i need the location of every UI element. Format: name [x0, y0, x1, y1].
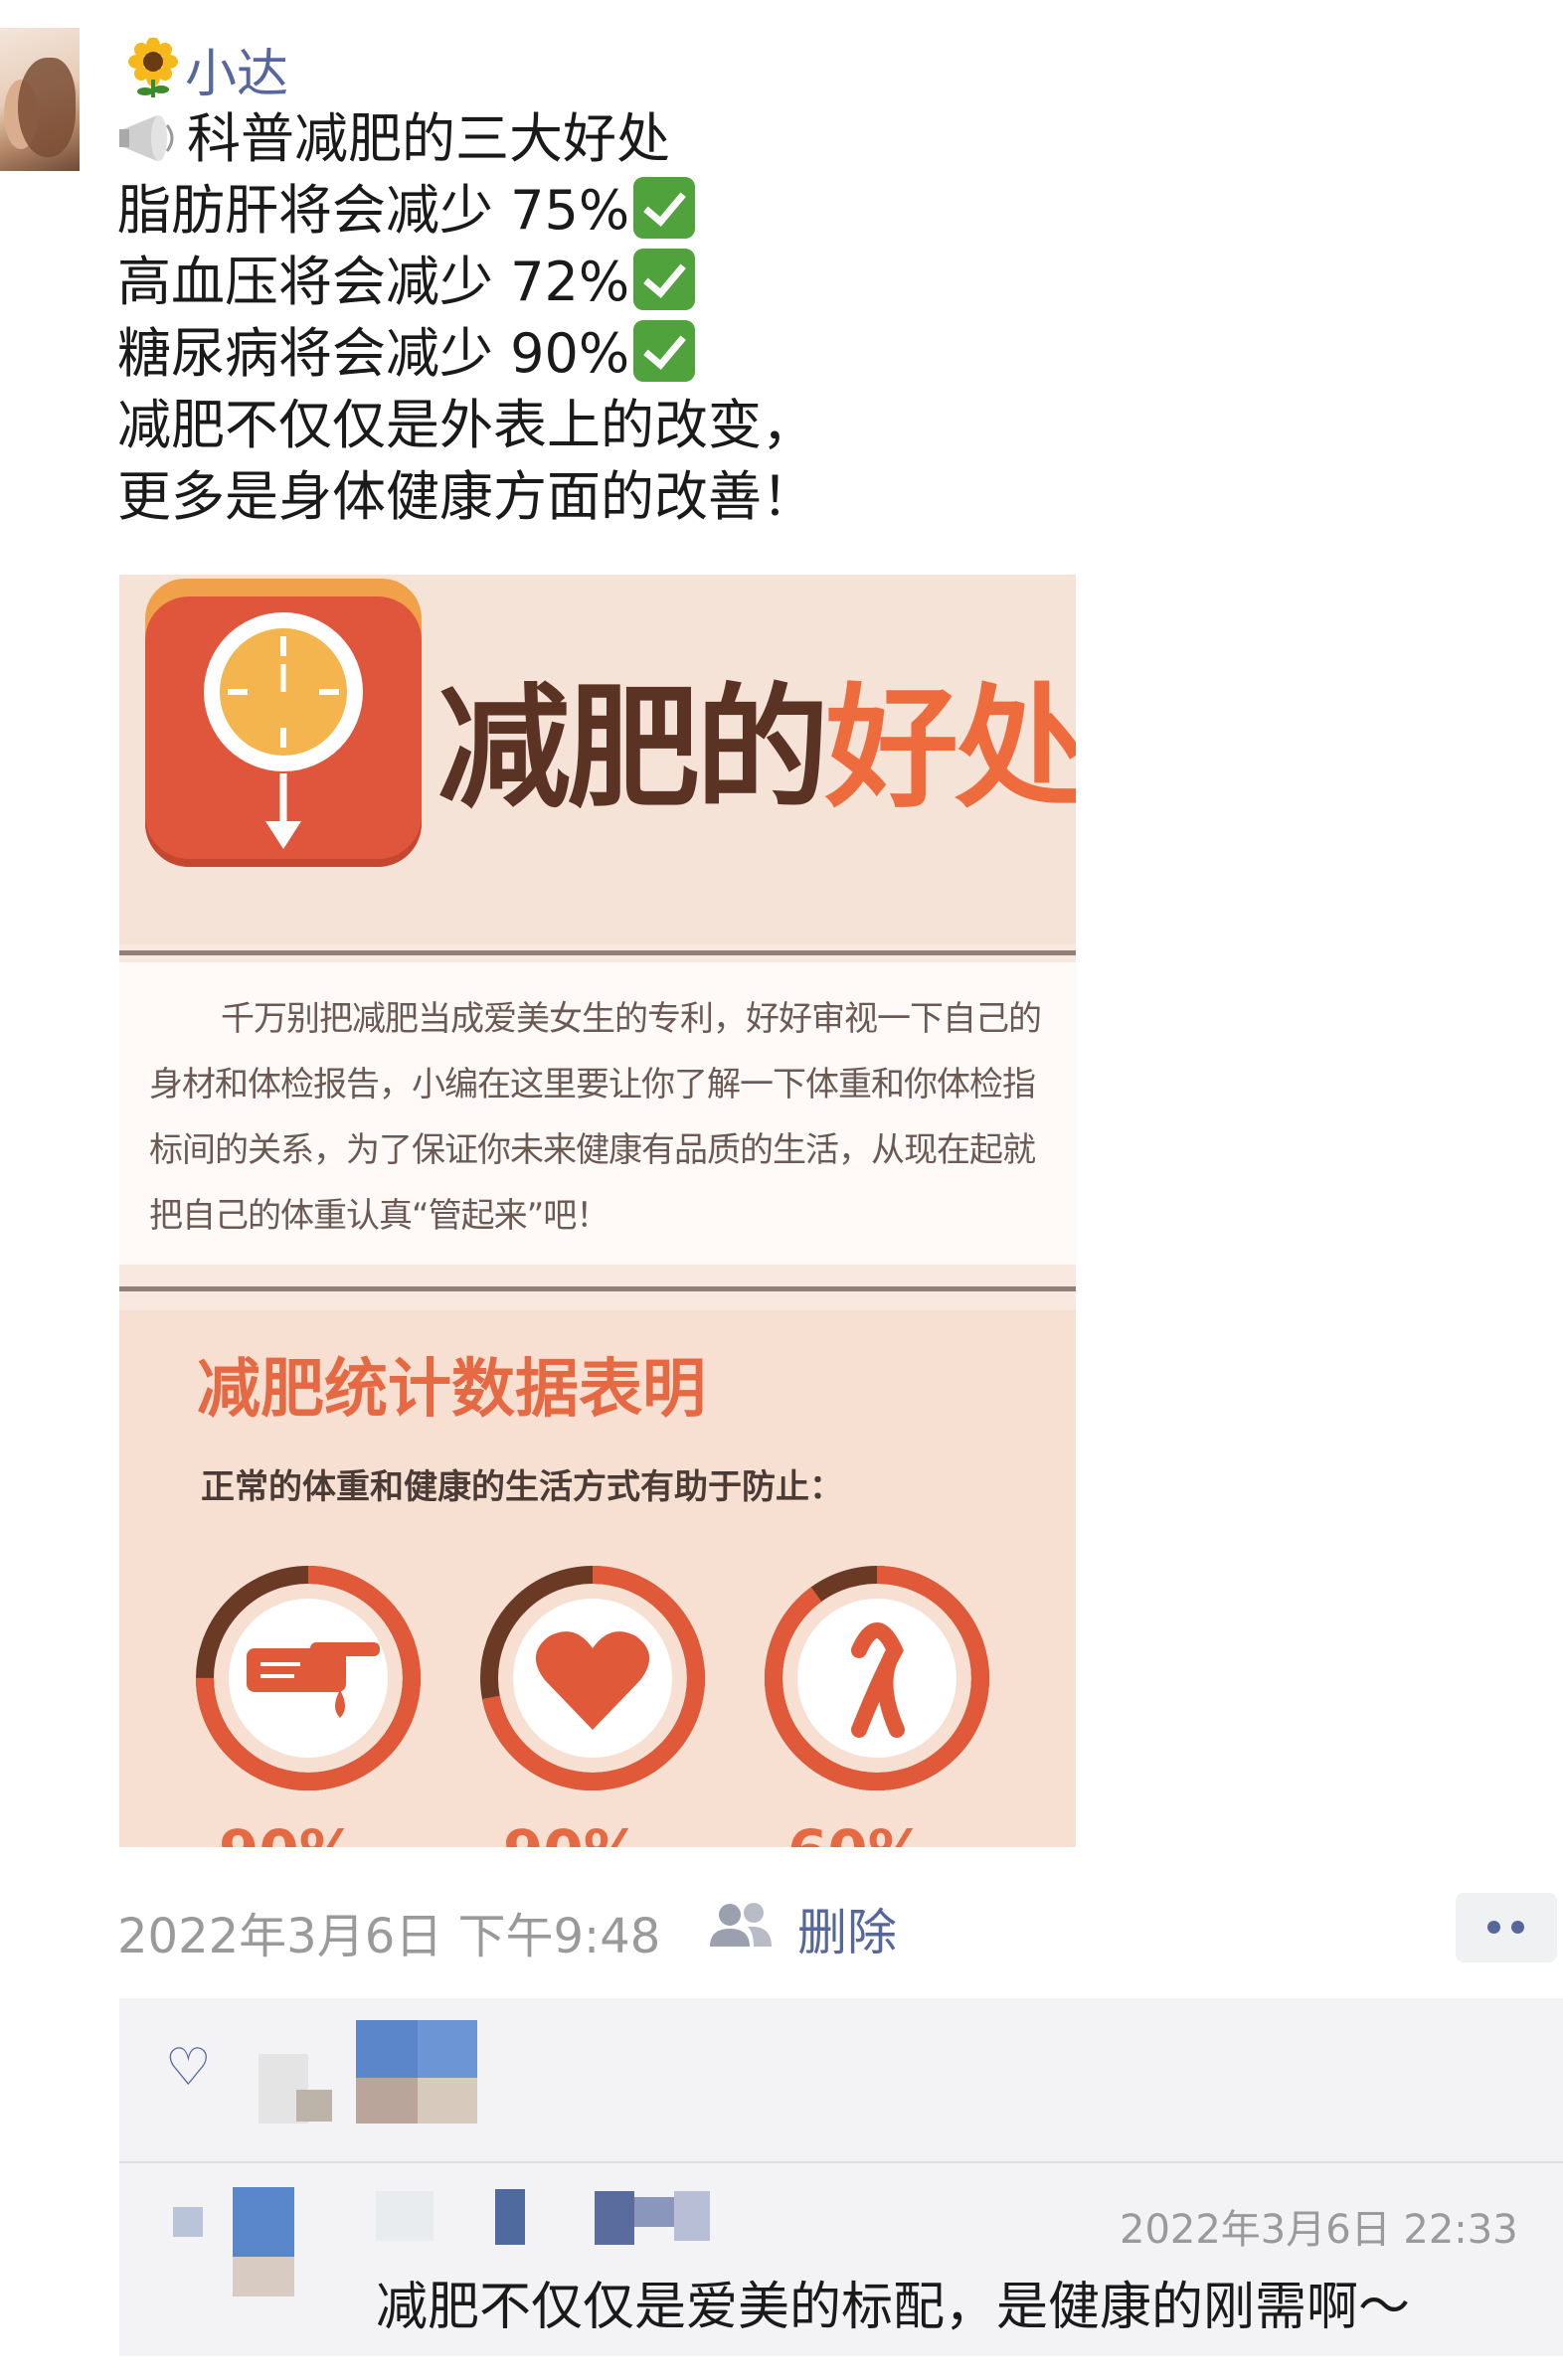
commenter-name-pixelated: [495, 2189, 525, 2245]
post-line-3: 高血压将会减少 72%: [117, 247, 815, 318]
commenter-name-pixelated: [674, 2191, 710, 2241]
headline-accent: 好处: [825, 671, 1076, 826]
commenter-avatar-pixelated: [233, 2257, 294, 2296]
percent-label: 90%: [219, 1817, 357, 1847]
check-mark-icon: [633, 320, 696, 382]
commenter-name-pixelated[interactable]: [376, 2191, 434, 2241]
delete-button[interactable]: 删除: [797, 1893, 897, 1964]
infographic-paragraph: 千万别把减肥当成爱美女生的专利，好好审视一下自己的身材和体检报告，小编在这里要让…: [149, 999, 1042, 1236]
divider-line: [119, 950, 1076, 955]
commenter-name-pixelated: [595, 2191, 634, 2245]
ring-ribbon: [765, 1566, 989, 1790]
liker-avatar-pixelated: [296, 2090, 332, 2122]
sunflower-icon: [127, 37, 179, 97]
username-row[interactable]: 小达: [127, 32, 288, 106]
post-text: 科普减肥的三大好处 脂肪肝将会减少 75% 高血压将会减少 72% 糖尿病将会减…: [117, 103, 815, 533]
commenter-avatar-pixelated[interactable]: [233, 2187, 294, 2257]
more-dot-icon: [1511, 1921, 1524, 1934]
scale-icon: [145, 596, 422, 867]
comments-panel: ♡ 2022年3月6日 22:33 减肥不仅仅是爱美的标配，是健康的刚需啊～: [119, 1998, 1563, 2356]
stat-diabetes: 糖尿病将会减少 90%: [117, 322, 630, 385]
post-line-4: 糖尿病将会减少 90%: [117, 318, 815, 390]
stats-title: 减肥统计数据表明: [197, 1353, 706, 1427]
stats-subtitle: 正常的体重和健康的生活方式有助于防止：: [201, 1467, 843, 1507]
avatar-hair: [18, 58, 76, 157]
post-line-6: 更多是身体健康方面的改善！: [117, 465, 815, 528]
post-line-5: 减肥不仅仅是外表上的改变，: [117, 394, 815, 456]
post-image[interactable]: 减肥的好处 千万别把减肥当成爱美女生的专利，好好审视一下自己的身材和体检报告，小…: [119, 575, 1076, 1847]
stat-fatty-liver: 脂肪肝将会减少 75%: [117, 179, 630, 242]
liker-avatar-pixelated: [418, 2020, 477, 2078]
headline-dark: 减肥的: [437, 671, 829, 826]
liker-avatar-pixelated: [356, 2078, 418, 2124]
post-line-1: 科普减肥的三大好处: [117, 103, 815, 175]
megaphone-icon: [117, 111, 183, 165]
check-mark-icon: [633, 177, 696, 239]
commenter-avatar-pixelated[interactable]: [173, 2207, 203, 2237]
like-heart-icon: ♡: [165, 2038, 212, 2098]
percent-label: 60%: [787, 1817, 926, 1847]
comment-text[interactable]: 减肥不仅仅是爱美的标配，是健康的刚需啊～: [376, 2265, 1410, 2339]
username[interactable]: 小达: [185, 45, 288, 104]
comment-timestamp: 2022年3月6日 22:33: [1120, 2207, 1518, 2253]
comments-divider: [119, 2161, 1563, 2163]
more-actions-button[interactable]: [1456, 1893, 1557, 1962]
divider-line: [119, 1286, 1076, 1291]
more-dot-icon: [1487, 1921, 1500, 1934]
ring-heart: [480, 1566, 705, 1790]
likes-row: ♡: [119, 1998, 1563, 2157]
ring-blood-test: [196, 1566, 421, 1790]
visibility-group-icon[interactable]: [708, 1901, 774, 1949]
avatar[interactable]: [0, 28, 80, 171]
liker-avatar-pixelated[interactable]: [356, 2020, 418, 2078]
infographic-headline: 减肥的好处: [437, 640, 1076, 833]
post-title: 科普减肥的三大好处: [187, 107, 670, 170]
percent-label: 90%: [503, 1817, 641, 1847]
post-timestamp: 2022年3月6日 下午9:48: [117, 1909, 661, 1964]
check-mark-icon: [633, 249, 696, 310]
commenter-name-pixelated: [634, 2197, 674, 2227]
stat-hypertension: 高血压将会减少 72%: [117, 251, 630, 313]
liker-avatar-pixelated: [418, 2078, 477, 2124]
post-line-2: 脂肪肝将会减少 75%: [117, 175, 815, 247]
